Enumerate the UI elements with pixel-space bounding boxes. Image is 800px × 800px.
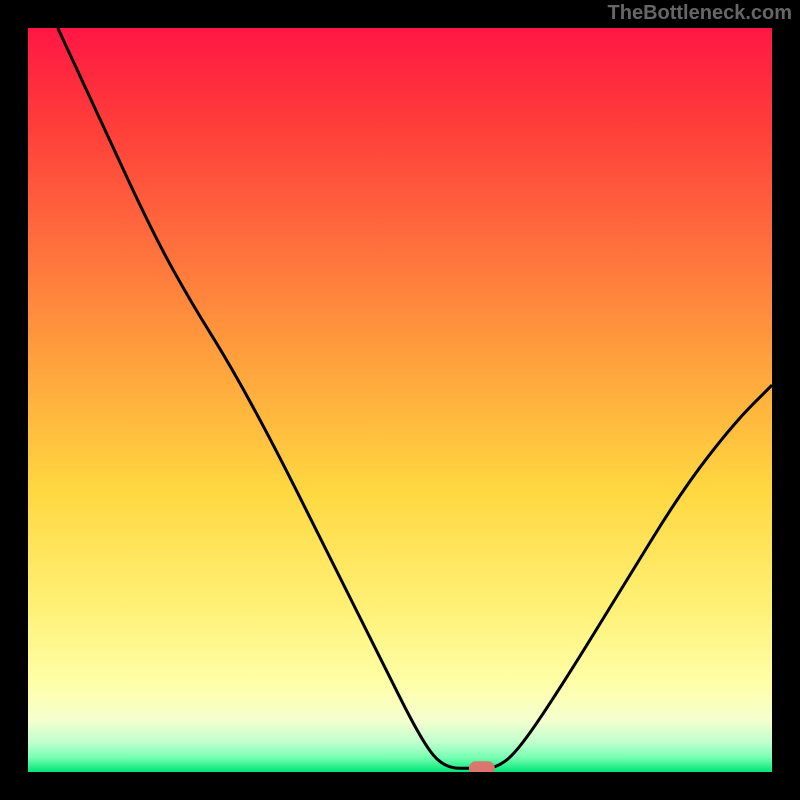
chart-container — [28, 28, 772, 772]
watermark-text: TheBottleneck.com — [608, 2, 792, 25]
gradient-background — [28, 28, 772, 772]
chart-svg — [28, 28, 772, 772]
optimal-marker — [469, 761, 495, 772]
